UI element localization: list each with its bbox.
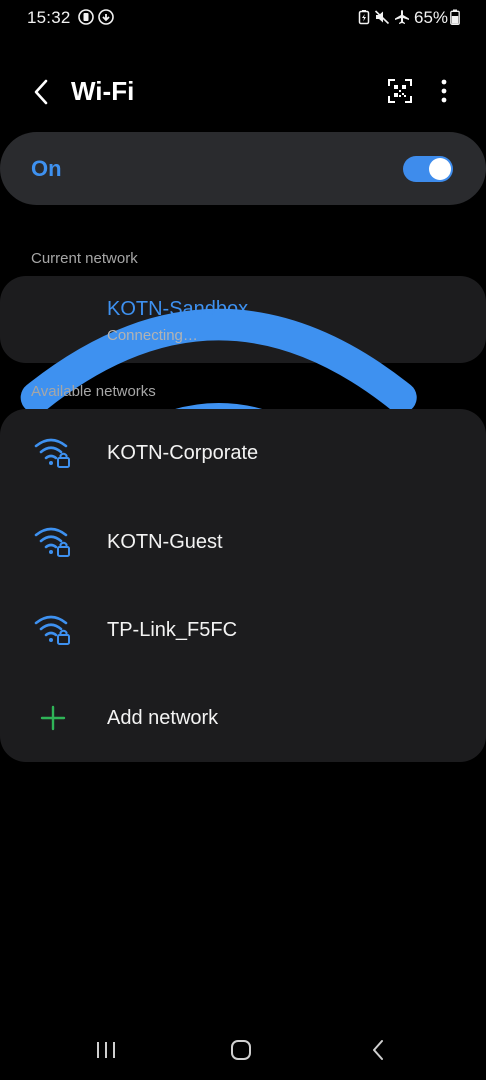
page-title: Wi-Fi <box>71 76 135 106</box>
mute-icon <box>374 10 390 25</box>
nav-back-button[interactable] <box>358 1034 398 1066</box>
recents-icon <box>97 1042 115 1058</box>
status-bar: 15:32 65% <box>0 0 486 36</box>
status-time: 15:32 <box>27 8 71 27</box>
switch-knob <box>429 158 451 180</box>
current-network-status: Connecting… <box>107 327 198 344</box>
network-name: KOTN-Guest <box>107 531 223 553</box>
add-network-button[interactable]: Add network <box>0 674 486 762</box>
available-networks-list: KOTN-Corporate KOTN-Guest TP-Link_F5FC A… <box>0 409 486 762</box>
qr-scan-icon <box>388 79 412 103</box>
back-button[interactable] <box>24 72 58 112</box>
airplane-mode-icon <box>395 10 409 24</box>
home-button[interactable] <box>221 1034 261 1066</box>
more-options-button[interactable] <box>428 72 460 110</box>
nav-back-icon <box>373 1040 383 1060</box>
current-network-item[interactable]: KOTN-Sandbox Connecting… <box>0 276 486 665</box>
wifi-lock-icon <box>34 527 70 557</box>
network-name: TP-Link_F5FC <box>107 619 238 641</box>
current-network-heading: Current network <box>31 250 138 267</box>
wifi-lock-icon <box>34 438 70 468</box>
available-networks-heading: Available networks <box>31 383 156 400</box>
more-vertical-icon <box>441 79 447 103</box>
network-item-tp-link-f5fc[interactable]: TP-Link_F5FC <box>0 586 486 674</box>
current-network-name: KOTN-Sandbox <box>107 298 249 320</box>
wifi-switch[interactable] <box>403 156 453 182</box>
toggle-label: On <box>31 156 62 181</box>
plus-icon <box>40 705 66 731</box>
qr-scan-button[interactable] <box>382 72 418 110</box>
recents-button[interactable] <box>86 1034 126 1066</box>
battery-saver-icon <box>78 9 94 25</box>
battery-icon <box>450 9 460 25</box>
network-name: KOTN-Corporate <box>107 442 259 464</box>
network-item-kotn-guest[interactable]: KOTN-Guest <box>0 498 486 586</box>
battery-percent: 65% <box>414 8 449 27</box>
navigation-bar <box>0 1020 486 1080</box>
home-icon <box>231 1040 251 1060</box>
sync-icon <box>98 9 114 25</box>
add-network-label: Add network <box>107 707 219 729</box>
back-arrow-icon <box>34 79 48 105</box>
network-item-kotn-corporate[interactable]: KOTN-Corporate <box>0 409 486 497</box>
battery-charge-icon <box>358 10 370 25</box>
wifi-lock-icon <box>34 615 70 645</box>
wifi-toggle-row[interactable]: On <box>0 132 486 205</box>
